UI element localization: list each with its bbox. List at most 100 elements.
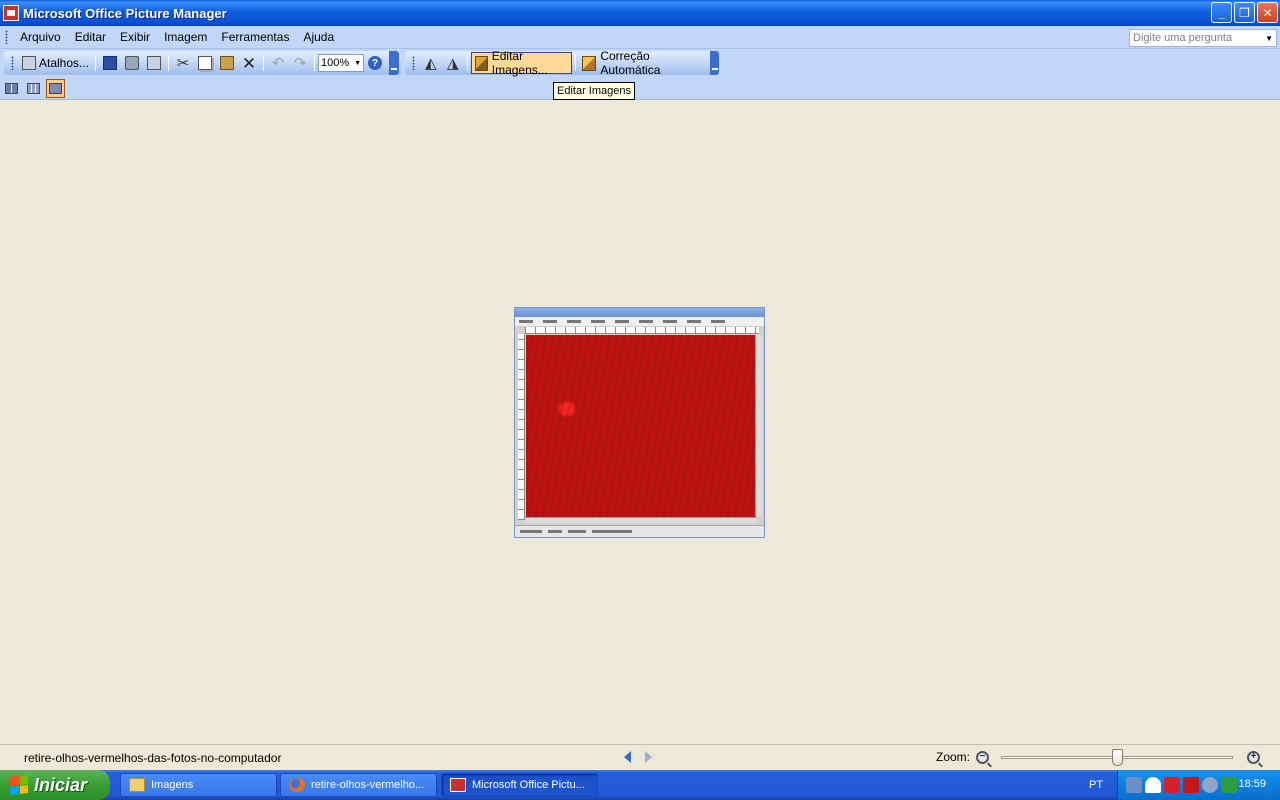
menu-grip[interactable] [5,30,8,44]
picture-canvas [0,101,1280,744]
edit-images-label: Editar Imagens... [491,49,548,77]
rotate-left-icon: ◭ [425,54,437,72]
auto-correct-label: Correção Automática [600,49,661,77]
update-icon[interactable] [1221,777,1237,793]
system-tray: 18:59 [1117,770,1280,800]
volume-icon[interactable] [1202,777,1218,793]
task-label: Imagens [151,779,194,791]
single-picture-view-button[interactable] [46,78,65,98]
undo-button[interactable]: ↶ [267,52,289,74]
zoom-label: Zoom: [936,750,971,764]
network-icon[interactable] [1126,777,1142,793]
restore-button[interactable]: ❐ [1234,2,1255,23]
redo-icon: ↷ [293,54,307,72]
toolbar-options-button[interactable] [709,51,720,75]
edit-images-button[interactable]: Editar Imagens... [470,49,573,77]
close-button[interactable]: ✕ [1257,2,1278,23]
menu-imagem[interactable]: Imagem [157,28,214,46]
zoom-control: Zoom: − + [936,749,1261,766]
window-controls: _ ❐ ✕ [1211,2,1278,23]
filmstrip-view-icon [27,82,40,94]
menu-bar: Arquivo Editar Exibir Imagem Ferramentas… [0,26,1280,49]
task-imagens[interactable]: Imagens [120,773,277,797]
auto-correct-icon [582,55,597,71]
windows-logo-icon [10,775,28,795]
picture-manager-icon [450,778,466,792]
help-search-input[interactable]: Digite uma pergunta ▼ [1129,29,1277,47]
start-button[interactable]: Iniciar [0,770,110,800]
view-bar [0,77,1280,100]
rotate-right-button[interactable]: ◮ [442,52,464,74]
edit-images-tooltip: Editar Imagens [553,82,635,100]
chevron-down-icon[interactable]: ▼ [1265,34,1273,43]
shortcuts-button[interactable]: Atalhos... [19,52,92,74]
next-picture-icon[interactable] [645,751,652,763]
email-button[interactable] [143,52,165,74]
zoom-value: 100% [321,57,350,69]
shortcuts-label: Atalhos... [39,56,90,70]
menu-ferramentas[interactable]: Ferramentas [214,28,296,46]
zoom-out-icon[interactable]: − [976,750,990,764]
preview-ruler [525,327,759,334]
save-button[interactable] [99,52,121,74]
antivirus-icon[interactable] [1164,777,1180,793]
toolbar-separator [263,55,265,71]
task-firefox[interactable]: retire-olhos-vermelho... [280,773,437,797]
cut-button[interactable]: ✂ [172,52,194,74]
single-picture-view-icon [49,82,62,94]
menu-arquivo[interactable]: Arquivo [13,28,68,46]
save-icon [103,56,118,70]
delete-button[interactable]: ✕ [238,52,260,74]
zoom-select[interactable]: 100% ▼ [318,54,365,72]
copy-button[interactable] [194,52,216,74]
rotate-left-button[interactable]: ◭ [420,52,442,74]
preview-vertical-ruler [518,334,525,520]
shield-icon[interactable] [1145,777,1161,793]
thumbnail-view-button[interactable] [2,79,21,98]
picture-manager-icon[interactable] [3,5,19,21]
toolbar-separator [95,55,97,71]
zoom-slider-thumb[interactable] [1112,749,1124,766]
toolbar-options-button[interactable] [389,51,400,75]
task-picture-manager[interactable]: Microsoft Office Pictu... [441,773,598,797]
minimize-button[interactable]: _ [1211,2,1232,23]
print-button[interactable] [121,52,143,74]
ati-icon[interactable] [1183,777,1199,793]
zoom-in-icon[interactable]: + [1247,750,1261,764]
toolbar-separator [575,55,577,71]
paste-icon [220,56,235,70]
menu-exibir[interactable]: Exibir [113,28,157,46]
toolbar-grip[interactable] [11,56,14,70]
preview-horizontal-scrollbar [525,517,757,523]
toolbar-grip[interactable] [412,56,415,70]
start-label: Iniciar [34,774,88,795]
previous-picture-icon[interactable] [624,751,631,763]
paste-button[interactable] [216,52,238,74]
taskbar: Iniciar Imagens retire-olhos-vermelho...… [0,770,1280,800]
firefox-icon [289,778,305,792]
auto-correct-button[interactable]: Correção Automática [579,49,706,77]
file-name: retire-olhos-vermelhos-das-fotos-no-comp… [24,750,282,765]
cat-fur-texture [526,335,755,517]
copy-icon [198,56,213,70]
standard-toolbar: Atalhos... ✂ ✕ ↶ ↷ 100% ▼ ? [4,51,401,75]
toolbar-separator [314,55,316,71]
language-indicator[interactable]: PT [1089,779,1103,791]
filmstrip-view-button[interactable] [24,79,43,98]
window-title: Microsoft Office Picture Manager [23,5,227,21]
picture-navigation [624,751,652,763]
preview-vertical-scrollbar [755,335,762,517]
help-search-placeholder: Digite uma pergunta [1133,32,1233,44]
zoom-slider[interactable] [1001,749,1234,766]
toolbar-separator [168,55,170,71]
preview-statusbar [515,525,764,537]
task-label: retire-olhos-vermelho... [311,779,425,791]
menu-editar[interactable]: Editar [68,28,113,46]
help-button[interactable]: ? [364,52,386,74]
task-label: Microsoft Office Pictu... [472,779,585,791]
redo-button[interactable]: ↷ [289,52,311,74]
picture-preview[interactable] [514,307,765,538]
menu-ajuda[interactable]: Ajuda [296,28,341,46]
print-icon [125,56,140,70]
email-icon [147,56,162,70]
